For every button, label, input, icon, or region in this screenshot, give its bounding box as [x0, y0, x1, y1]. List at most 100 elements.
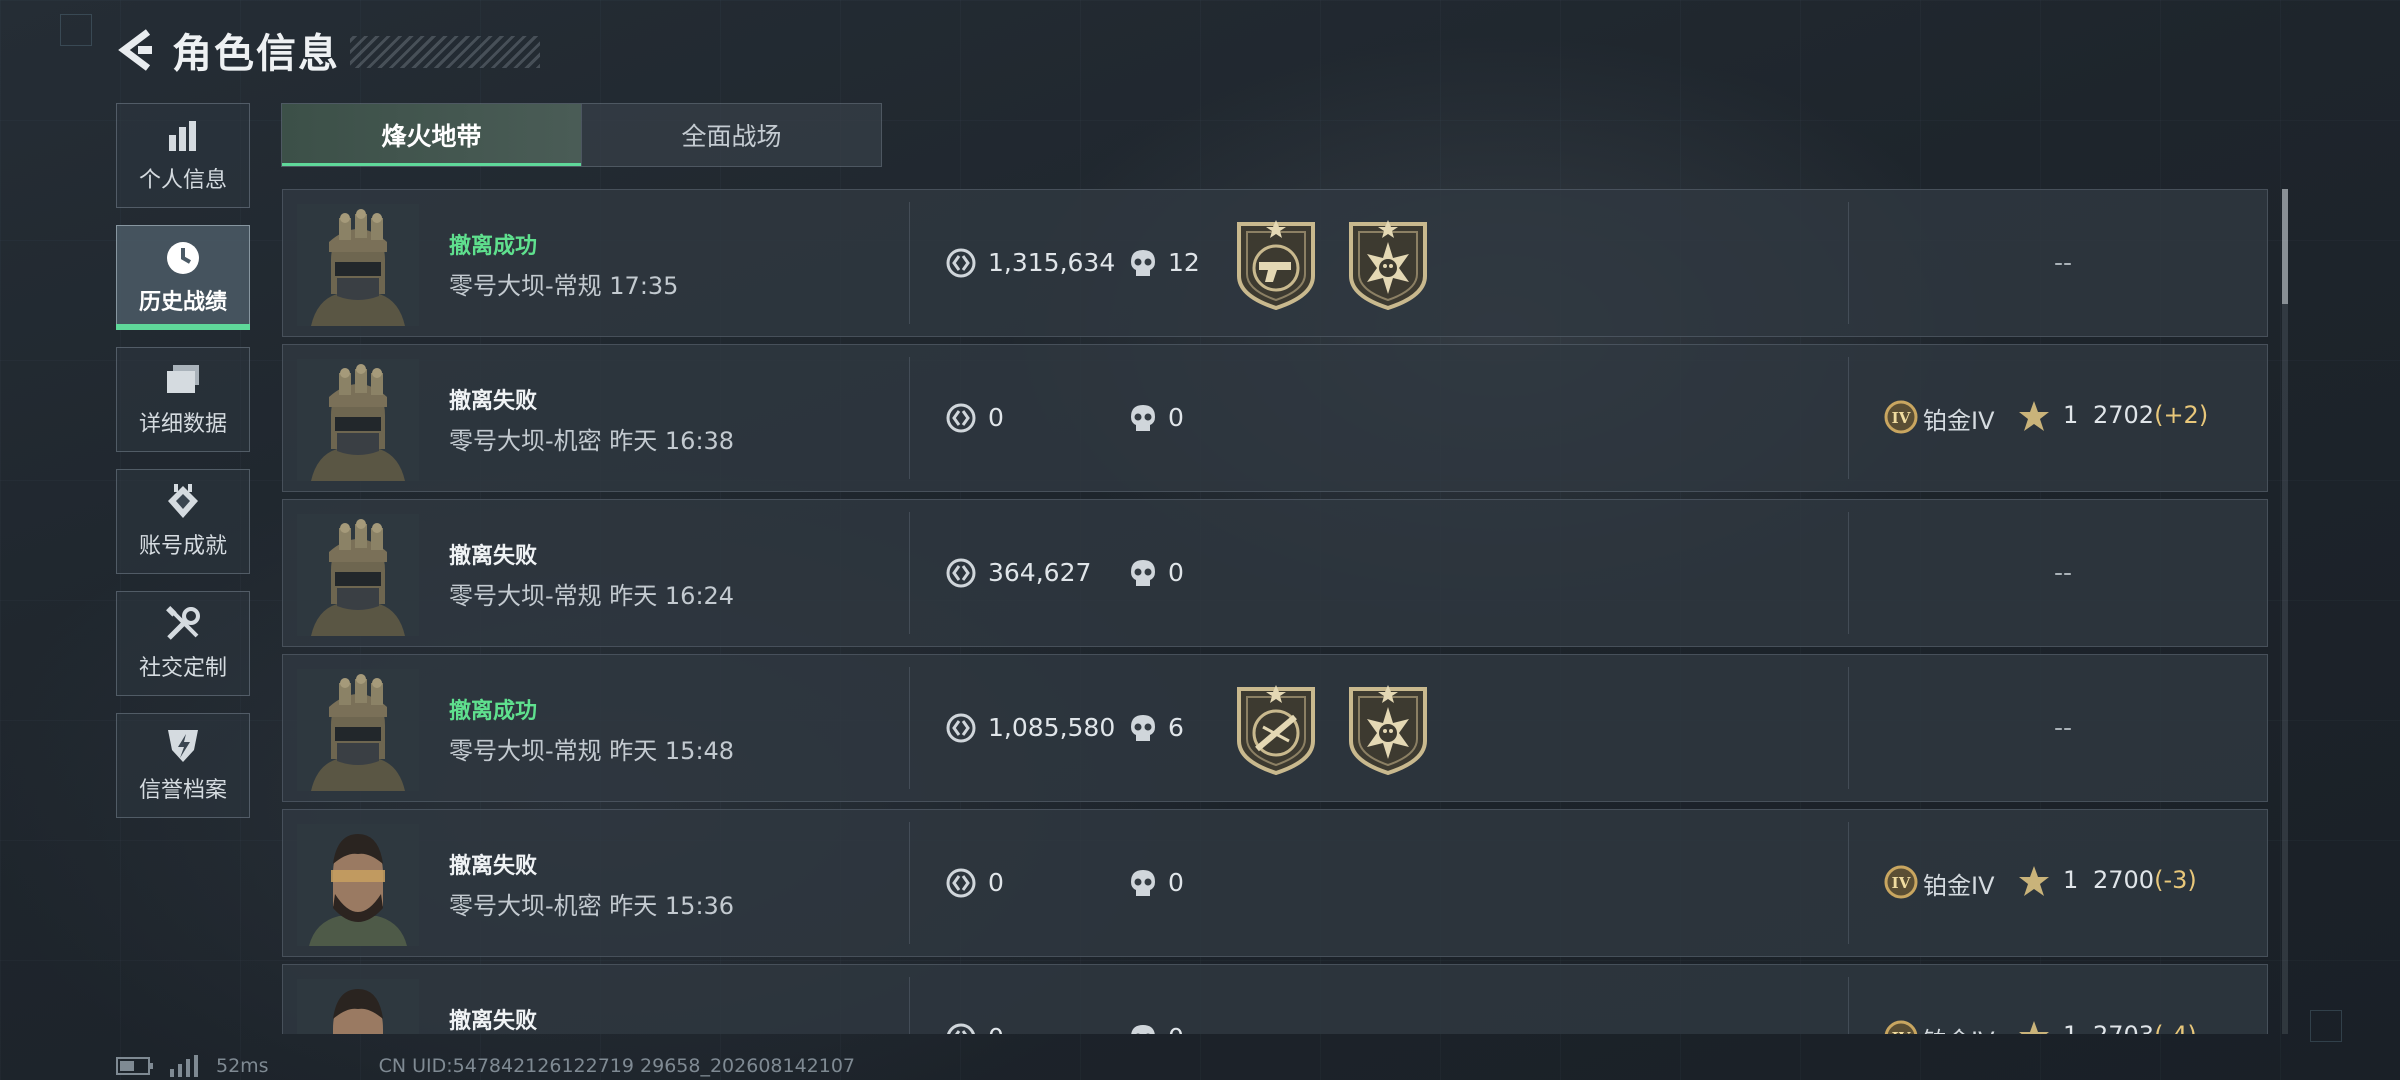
sidebar-item-label: 社交定制	[138, 655, 227, 681]
map-mode-time: 零号大坝-机密 昨天 15:36	[449, 892, 735, 920]
operator-portrait	[297, 669, 419, 791]
skull-icon	[1131, 250, 1155, 276]
rank-name: 铂金IV	[1923, 872, 1995, 900]
skull-icon	[1131, 560, 1155, 586]
map-mode-time: 零号大坝-常规 昨天 15:48	[449, 737, 735, 765]
column-divider	[909, 667, 910, 789]
match-record-row[interactable]: 撤离成功 零号大坝-常规 17:35 1,315,634 12 --	[282, 189, 2268, 337]
operator-portrait	[297, 824, 419, 946]
match-history-list[interactable]: 撤离成功 零号大坝-常规 17:35 1,315,634 12 -- 撤离失败 零号大坝-机…	[282, 189, 2268, 1034]
rank-tier-icon: IV	[1884, 1020, 1918, 1034]
extraction-result: 撤离成功	[449, 234, 538, 259]
tab-full-battlefield[interactable]: 全面战场	[581, 104, 881, 166]
column-divider	[1848, 822, 1849, 944]
column-divider	[1848, 512, 1849, 634]
rank-name: 铂金IV	[1923, 1021, 1995, 1034]
column-divider	[909, 202, 910, 324]
extraction-result: 撤离失败	[449, 389, 538, 414]
skull-icon	[1131, 715, 1155, 741]
rank-placeholder: --	[2053, 558, 2073, 587]
coin-icon	[946, 248, 976, 278]
extraction-result: 撤离失败	[449, 1009, 538, 1034]
extraction-result: 撤离失败	[449, 544, 538, 569]
loot-value: 0	[988, 1023, 1004, 1034]
back-button[interactable]	[112, 26, 160, 74]
svg-text:IV: IV	[1892, 1029, 1911, 1034]
corner-decoration	[60, 14, 92, 46]
kill-count: 0	[1168, 868, 1184, 897]
ping-value: 52ms	[216, 1055, 269, 1077]
burst-badge-icon[interactable]	[1345, 683, 1431, 776]
score-value: 2702	[2093, 401, 2155, 429]
pistol-badge-icon[interactable]	[1233, 218, 1319, 311]
rank-stars: 1	[2063, 1021, 2078, 1034]
column-divider	[1848, 202, 1849, 324]
back-arrow-icon	[118, 29, 152, 71]
rank-name: 铂金IV	[1923, 407, 1995, 435]
list-scrollbar[interactable]	[2282, 189, 2288, 1034]
burst-badge-icon[interactable]	[1345, 218, 1431, 311]
column-divider	[1848, 357, 1849, 479]
operator-portrait	[297, 204, 419, 326]
sniper-badge-icon[interactable]	[1233, 683, 1319, 776]
loot-value: 1,085,580	[988, 713, 1116, 742]
loot-value: 364,627	[988, 558, 1092, 587]
skull-icon	[1131, 1025, 1155, 1034]
operator-portrait	[297, 979, 419, 1034]
extraction-result: 撤离成功	[449, 699, 538, 724]
operator-portrait	[297, 514, 419, 636]
kill-count: 0	[1168, 1023, 1184, 1034]
star-icon	[2019, 866, 2049, 896]
coin-icon	[946, 403, 976, 433]
clock-icon	[165, 240, 201, 276]
match-record-row[interactable]: 撤离失败 零号大坝-机密 昨天 15:36 0 0 IV 铂金IV 1 2700(-3)	[282, 809, 2268, 957]
page-header: 角色信息	[112, 22, 540, 78]
folder-icon	[165, 362, 201, 398]
column-divider	[909, 977, 910, 1034]
tools-icon	[165, 605, 201, 642]
rank-placeholder: --	[2053, 248, 2073, 277]
svg-text:IV: IV	[1892, 874, 1911, 892]
status-footer: 52ms CN UID:547842126122719 29658_202608…	[116, 1054, 855, 1078]
score-value: 2703	[2093, 1021, 2154, 1034]
medal-icon	[165, 483, 201, 520]
loot-value: 0	[988, 403, 1004, 432]
coin-icon	[946, 713, 976, 743]
scroll-thumb[interactable]	[2282, 189, 2288, 304]
sidebar-item-social-customize[interactable]: 社交定制	[116, 591, 250, 696]
star-icon	[2019, 1021, 2049, 1034]
coin-icon	[947, 1023, 975, 1034]
rank-tier-icon: IV	[1884, 865, 1918, 899]
shield-icon	[165, 728, 201, 764]
sidebar-item-achievements[interactable]: 账号成就	[116, 469, 250, 574]
rank-stars: 1	[2063, 401, 2079, 429]
match-record-row[interactable]: 撤离失败 零号大坝-机密 昨天 16:38 0 0 IV 铂金IV 1 2702(+2)	[282, 344, 2268, 492]
score-delta: (+2)	[2154, 401, 2209, 429]
match-record-row[interactable]: 撤离成功 零号大坝-常规 昨天 15:48 1,085,580 6 --	[282, 654, 2268, 802]
title-decoration	[350, 36, 540, 68]
sidebar-item-label: 详细数据	[138, 411, 227, 437]
column-divider	[909, 512, 910, 634]
sidebar-item-personal-info[interactable]: 个人信息	[116, 103, 250, 208]
kill-count: 0	[1168, 558, 1184, 587]
extraction-result: 撤离失败	[449, 854, 538, 879]
tab-fire-zone[interactable]: 烽火地带	[282, 104, 581, 166]
sidebar-item-match-history[interactable]: 历史战绩	[116, 225, 250, 330]
match-record-row[interactable]: 撤离失败 0 0 IV 铂金IV 1 2703(-4)	[282, 964, 2268, 1034]
map-mode-time: 零号大坝-机密 昨天 16:38	[449, 427, 735, 455]
signal-icon	[170, 1055, 198, 1077]
mode-tabs: 烽火地带 全面战场	[281, 103, 882, 167]
sidebar-item-label: 账号成就	[138, 533, 227, 559]
coin-icon	[946, 868, 976, 898]
sidebar-item-reputation[interactable]: 信誉档案	[116, 713, 250, 818]
rank-tier-icon: IV	[1884, 400, 1918, 434]
score-delta: (-3)	[2154, 866, 2197, 894]
column-divider	[1848, 977, 1849, 1034]
match-record-row[interactable]: 撤离失败零号大坝-常规 昨天 16:24 364,627 0 --	[282, 499, 2268, 647]
map-mode-time: 零号大坝-常规 昨天 16:24	[449, 582, 735, 610]
column-divider	[1848, 667, 1849, 789]
skull-icon	[1131, 870, 1155, 896]
loot-value: 1,315,634	[988, 248, 1116, 277]
sidebar-item-detailed-data[interactable]: 详细数据	[116, 347, 250, 452]
rank-score: 2703(-4)	[2093, 1021, 2197, 1034]
